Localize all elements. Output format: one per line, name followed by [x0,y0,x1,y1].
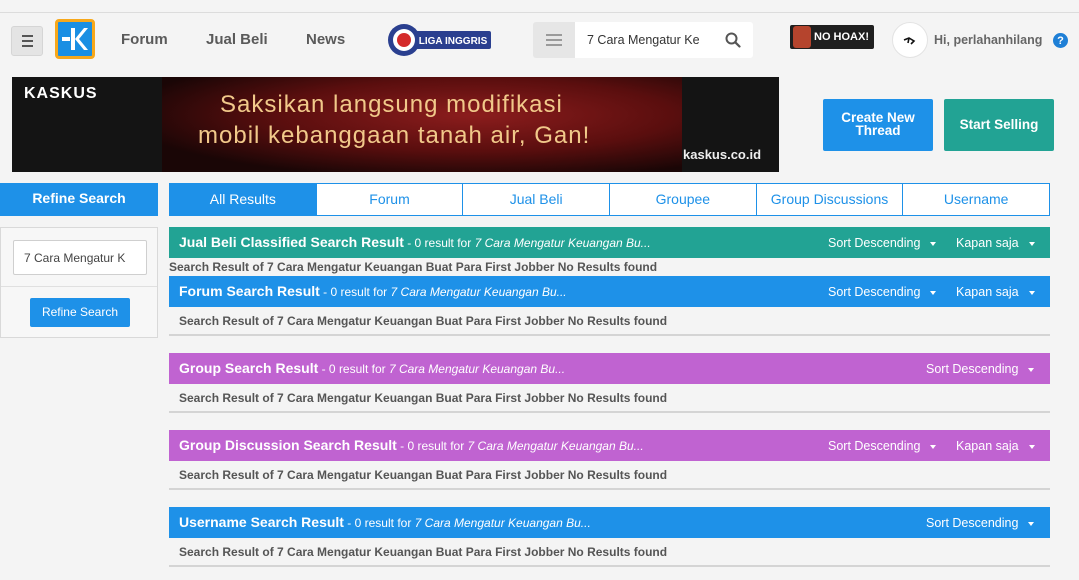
user-greeting[interactable]: Hi, perlahanhilang [934,33,1042,47]
tab-jual-beli[interactable]: Jual Beli [462,184,609,215]
sort-label: Sort Descending [828,236,921,250]
kaskus-k-icon [62,28,88,50]
chevron-down-icon [1028,241,1035,246]
section-title-text: Jual Beli Classified Search Result [179,234,404,250]
result-count: - 0 result for [403,236,475,250]
section-title-text: Forum Search Result [179,283,320,299]
section-title-text: Group Discussion Search Result [179,437,397,453]
sort-label: Sort Descending [828,285,921,299]
group-result-header: Group Search Result - 0 result for 7 Car… [169,353,1050,384]
banner-brand: KASKUS [24,85,98,102]
menu-icon[interactable] [11,26,43,56]
chevron-down-icon [930,444,937,449]
username-no-results: Search Result of 7 Cara Mengatur Keuanga… [169,538,1050,567]
avatar-icon [903,37,916,45]
section-title: Forum Search Result - 0 result for 7 Car… [179,283,567,299]
tab-username[interactable]: Username [902,184,1049,215]
result-query: 7 Cara Mengatur Keuangan Bu... [390,285,567,299]
section-title-text: Username Search Result [179,514,344,530]
group-discussion-no-results: Search Result of 7 Cara Mengatur Keuanga… [169,461,1050,490]
time-dropdown[interactable]: Kapan saja [956,236,1035,250]
search-icon [725,32,741,48]
no-hoax-label: NO HOAX! [814,31,869,43]
refine-search-title: Refine Search [0,183,158,216]
section-title: Group Search Result - 0 result for 7 Car… [179,360,565,376]
sort-dropdown[interactable]: Sort Descending [926,516,1035,530]
jual-beli-no-results: Search Result of 7 Cara Mengatur Keuanga… [169,260,658,274]
chevron-down-icon [930,241,937,246]
search-input[interactable] [575,22,713,58]
sort-dropdown[interactable]: Sort Descending [926,362,1035,376]
result-query: 7 Cara Mengatur Keuangan Bu... [467,439,644,453]
mask-icon [793,26,811,48]
forum-no-results: Search Result of 7 Cara Mengatur Keuanga… [169,307,1050,336]
refine-search-panel: Refine Search [0,227,158,338]
banner-headline-2: mobil kebanggaan tanah air, Gan! [198,122,591,149]
result-count: - 0 result for [318,362,389,376]
time-dropdown[interactable]: Kapan saja [956,439,1035,453]
jual-beli-result-header: Jual Beli Classified Search Result - 0 r… [169,227,1050,258]
search-button[interactable] [713,22,753,58]
promo-banner[interactable]: KASKUS Saksikan langsung modifikasi mobi… [12,77,779,172]
result-query: 7 Cara Mengatur Keuangan Bu... [474,236,651,250]
create-new-thread-button[interactable]: Create New Thread [823,99,933,151]
no-hoax-badge[interactable]: NO HOAX! [790,25,874,49]
result-count: - 0 result for [343,516,415,530]
search-filter-menu-icon[interactable] [533,22,575,58]
section-title: Jual Beli Classified Search Result - 0 r… [179,234,651,250]
time-dropdown[interactable]: Kapan saja [956,285,1035,299]
chevron-down-icon [930,290,937,295]
divider [1,286,157,287]
kaskus-logo[interactable] [55,19,95,59]
tab-all-results[interactable]: All Results [170,184,316,215]
sort-label: Sort Descending [828,439,921,453]
chevron-down-icon [1028,521,1035,526]
banner-url: kaskus.co.id [683,147,762,162]
sort-dropdown[interactable]: Sort Descending [828,439,937,453]
forum-result-header: Forum Search Result - 0 result for 7 Car… [169,276,1050,307]
avatar[interactable] [892,22,928,58]
result-count: - 0 result for [396,439,468,453]
section-title-text: Group Search Result [179,360,319,376]
result-tabs: All Results Forum Jual Beli Groupee Grou… [169,183,1050,216]
tab-groupee[interactable]: Groupee [609,184,756,215]
start-selling-button[interactable]: Start Selling [944,99,1054,151]
tab-forum[interactable]: Forum [315,184,463,215]
sort-dropdown[interactable]: Sort Descending [828,285,937,299]
time-label: Kapan saja [956,285,1019,299]
sort-label: Sort Descending [926,516,1019,530]
section-title: Group Discussion Search Result - 0 resul… [179,437,644,453]
header: Forum Jual Beli News LIGA INGGRIS NO HOA… [0,13,1079,68]
nav-forum[interactable]: Forum [121,31,168,48]
svg-text:LIGA INGGRIS: LIGA INGGRIS [419,36,488,47]
time-label: Kapan saja [956,439,1019,453]
time-label: Kapan saja [956,236,1019,250]
chevron-down-icon [1028,290,1035,295]
group-discussion-result-header: Group Discussion Search Result - 0 resul… [169,430,1050,461]
chevron-down-icon [1028,367,1035,372]
refine-search-button[interactable]: Refine Search [30,298,130,327]
nav-news[interactable]: News [306,31,345,48]
chevron-down-icon [1028,444,1035,449]
result-query: 7 Cara Mengatur Keuangan Bu... [414,516,591,530]
sort-dropdown[interactable]: Sort Descending [828,236,937,250]
banner-headline-1: Saksikan langsung modifikasi [220,91,563,118]
tab-group-discussions[interactable]: Group Discussions [755,184,903,215]
help-icon[interactable]: ? [1053,33,1068,48]
liga-inggris-logo[interactable]: LIGA INGGRIS [387,23,493,57]
username-result-header: Username Search Result - 0 result for 7 … [169,507,1050,538]
sort-label: Sort Descending [926,362,1019,376]
result-count: - 0 result for [319,285,391,299]
group-no-results: Search Result of 7 Cara Mengatur Keuanga… [169,384,1050,413]
refine-search-input[interactable] [13,240,147,275]
nav-jual-beli[interactable]: Jual Beli [206,31,268,48]
result-query: 7 Cara Mengatur Keuangan Bu... [388,362,566,376]
section-title: Username Search Result - 0 result for 7 … [179,514,591,530]
